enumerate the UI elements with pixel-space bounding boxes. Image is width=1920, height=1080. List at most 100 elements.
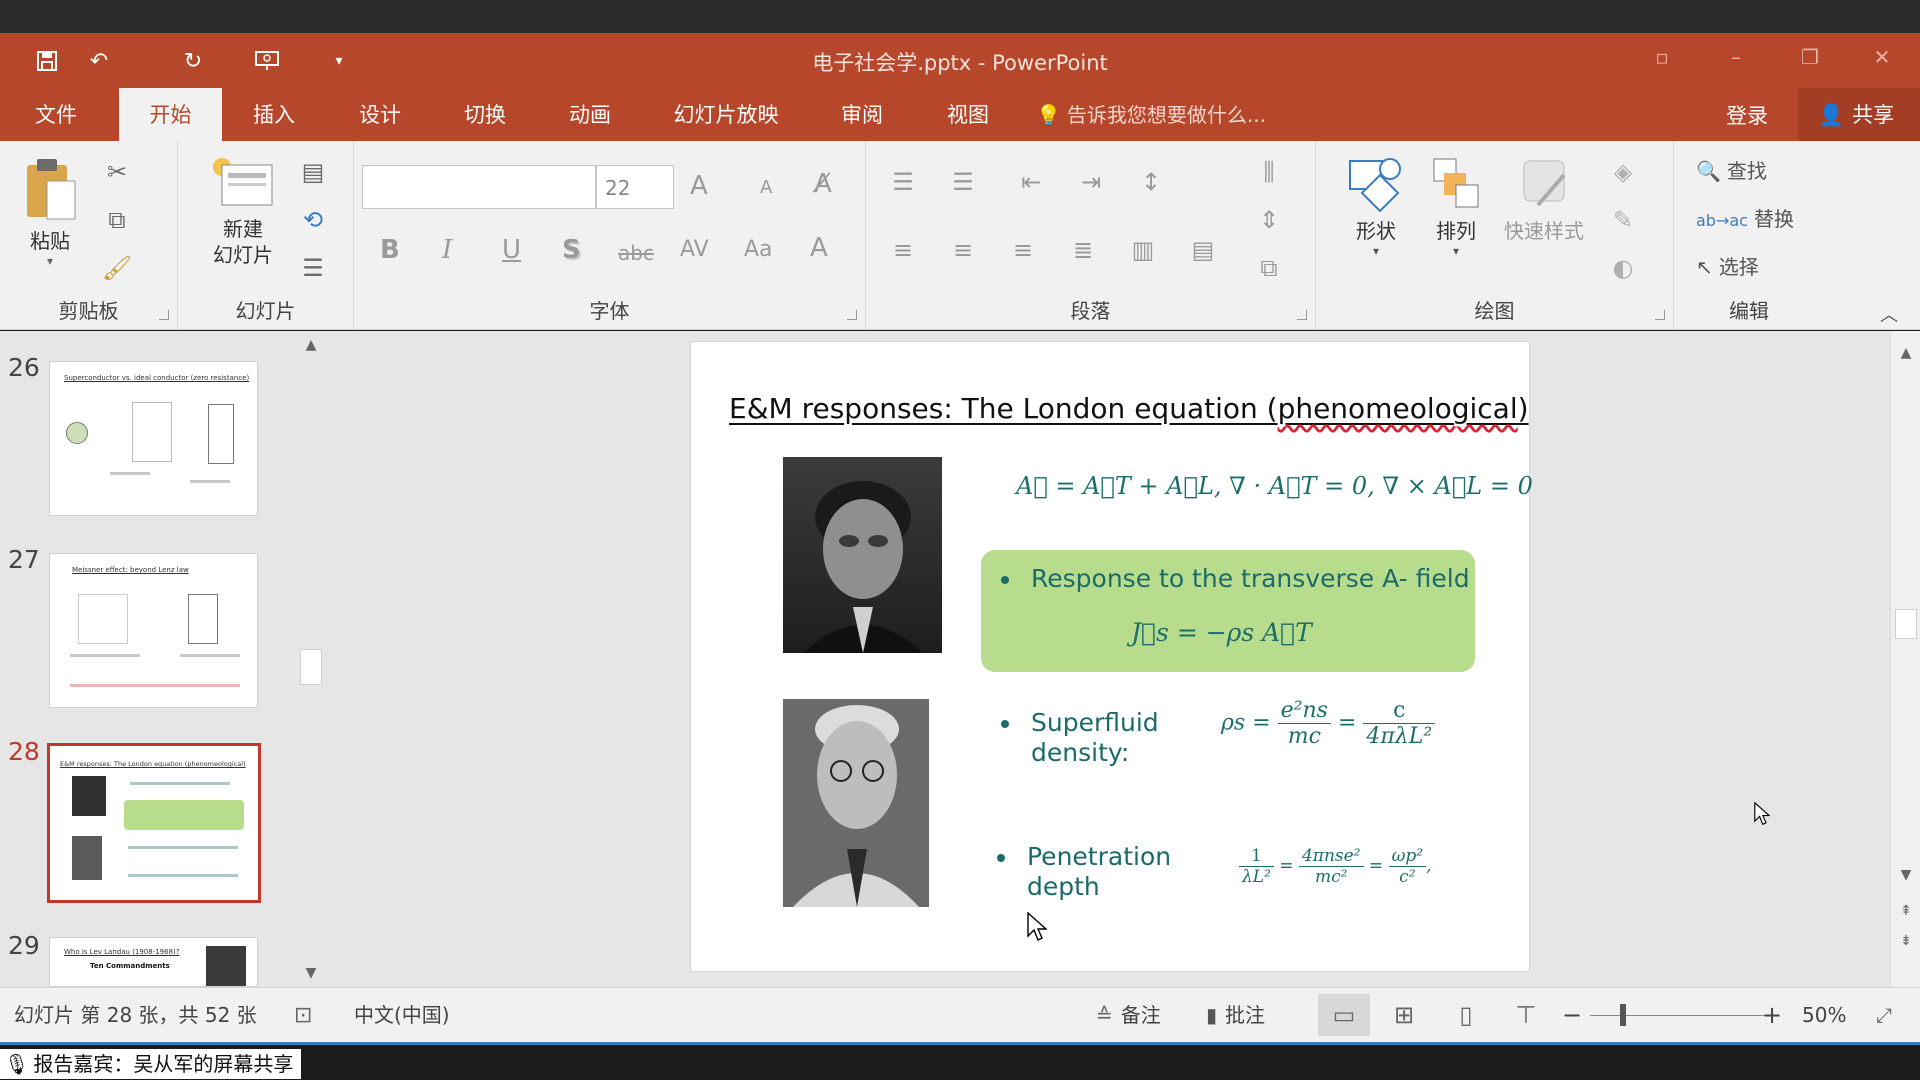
tab-slideshow[interactable]: 幻灯片放映 [660,88,792,141]
copy-icon[interactable]: ⧉ [100,203,134,237]
shape-outline-icon[interactable]: ✎ [1606,203,1640,237]
ribbon-display-icon[interactable]: ▫ [1642,45,1682,75]
slide-scrollbar[interactable]: ▲ ▼ ⇞ ⇟ [1890,331,1920,987]
tab-transitions[interactable]: 切换 [447,88,523,141]
share-button[interactable]: 👤 共享 [1798,88,1920,141]
scroll-down-icon[interactable]: ▼ [296,959,326,987]
align-text-icon[interactable]: ▤ [1186,233,1220,267]
text-direction-icon[interactable]: ⫼ [1252,155,1286,189]
numbering-icon[interactable]: ☰ [946,165,980,199]
vector-potential-decomposition[interactable]: A⃗ = A⃗T + A⃗L, ∇ · A⃗T = 0, ∇ × A⃗L = 0 [1016,472,1533,500]
language-status[interactable]: 中文(中国) [354,988,450,1043]
zoom-in-icon[interactable]: + [1762,988,1782,1043]
collapse-ribbon-icon[interactable]: ︿ [1880,301,1898,327]
shapes-button[interactable]: 形状 ▾ [1336,155,1416,258]
slide-thumbnail-29[interactable]: Who is Lev Landau (1908-1968)? Ten Comma… [49,937,258,987]
slide-sorter-icon[interactable]: ⊞ [1378,994,1430,1036]
next-slide-icon[interactable]: ⇟ [1891,927,1920,955]
notes-button[interactable]: ≙ 备注 [1096,988,1161,1043]
change-case-button[interactable]: Aa [744,237,773,262]
clear-format-icon[interactable]: A̸ [814,169,832,199]
zoom-level[interactable]: 50% [1802,988,1846,1043]
slide-canvas[interactable]: E&M responses: The London equation (phen… [690,341,1533,972]
dialog-launcher-icon[interactable] [1297,310,1307,320]
bullets-icon[interactable]: ☰ [886,165,920,199]
shadow-button[interactable]: S [562,235,581,265]
new-slide-button[interactable]: 新建 幻灯片 [198,153,288,293]
increase-indent-icon[interactable]: ⇥ [1074,165,1108,199]
reading-view-icon[interactable]: ▯ [1440,994,1492,1036]
line-spacing-icon[interactable]: ↕ [1134,165,1168,199]
align-text-vertical-icon[interactable]: ⇕ [1252,203,1286,237]
find-button[interactable]: 🔍 查找 [1696,155,1767,184]
login-link[interactable]: 登录 [1726,88,1768,141]
shrink-font-icon[interactable]: A [760,177,772,198]
comments-button[interactable]: ▮ 批注 [1206,988,1265,1043]
zoom-slider-track[interactable] [1590,1015,1770,1016]
format-painter-icon[interactable]: 🖌 [100,251,134,285]
transverse-response-box[interactable]: Response to the transverse A- field J⃗s … [981,550,1475,672]
scroll-up-icon[interactable]: ▲ [296,331,326,359]
scrollbar-thumb[interactable] [300,649,322,685]
dialog-launcher-icon[interactable] [1655,310,1665,320]
zoom-out-icon[interactable]: − [1562,988,1582,1043]
layout-icon[interactable]: ▤ [296,155,330,189]
slide-thumbnail-27[interactable]: Meissner effect: beyond Lenz law [49,553,258,708]
tab-review[interactable]: 审阅 [824,88,900,141]
dialog-launcher-icon[interactable] [159,310,169,320]
font-size-input[interactable]: 22 [596,165,674,209]
font-name-input[interactable] [362,165,596,209]
align-center-icon[interactable]: ≡ [946,233,980,267]
font-color-button[interactable]: A [810,233,828,263]
tell-me-box[interactable]: 💡 告诉我您想要做什么... [1036,88,1266,141]
replace-button[interactable]: ab→ac 替换 [1696,203,1794,232]
superfluid-density-equation[interactable]: ρs = e²ns mc = c 4πλL² [1221,698,1436,749]
accessibility-icon[interactable]: ⊡ [294,988,312,1043]
paste-button[interactable]: 粘贴 ▾ [18,157,82,287]
tab-home[interactable]: 开始 [119,88,222,141]
tab-file[interactable]: 文件 [18,88,94,141]
zoom-slider-thumb[interactable] [1620,1004,1626,1026]
reset-icon[interactable]: ⟲ [296,203,330,237]
scroll-down-icon[interactable]: ▼ [1891,861,1920,889]
italic-button[interactable]: I [442,235,452,265]
columns-icon[interactable]: ▥ [1126,233,1160,267]
shape-effects-icon[interactable]: ◐ [1606,251,1640,285]
shape-fill-icon[interactable]: ◈ [1606,155,1640,189]
align-right-icon[interactable]: ≡ [1006,233,1040,267]
minimize-icon[interactable]: – [1716,45,1756,75]
decrease-indent-icon[interactable]: ⇤ [1014,165,1048,199]
align-left-icon[interactable]: ≡ [886,233,920,267]
previous-slide-icon[interactable]: ⇞ [1891,897,1920,925]
select-button[interactable]: ↖ 选择 [1696,251,1759,280]
fit-to-window-icon[interactable]: ⤢ [1876,988,1892,1043]
slide-thumbnail-28[interactable]: E&M responses: The London equation (phen… [47,743,261,903]
dialog-launcher-icon[interactable] [847,310,857,320]
scrollbar-thumb[interactable] [1895,609,1917,639]
grow-font-icon[interactable]: A [690,171,708,201]
bold-button[interactable]: B [380,235,400,265]
arrange-button[interactable]: 排列 ▾ [1416,155,1496,258]
slide-title[interactable]: E&M responses: The London equation (phen… [729,392,1529,425]
tab-animations[interactable]: 动画 [552,88,628,141]
tab-design[interactable]: 设计 [342,88,418,141]
justify-icon[interactable]: ≣ [1066,233,1100,267]
penetration-depth-equation[interactable]: 1 λL² = 4πnse² mc² = ωp² c², [1239,846,1432,887]
slide-thumbnail-26[interactable]: Superconductor vs. ideal conductor (zero… [49,361,258,516]
close-icon[interactable]: ✕ [1862,45,1902,75]
scroll-up-icon[interactable]: ▲ [1891,339,1920,367]
underline-button[interactable]: U [502,235,521,265]
portrait-photo-1[interactable] [783,457,942,653]
smartart-icon[interactable]: ⧉ [1252,251,1286,285]
restore-icon[interactable]: ❐ [1790,45,1830,75]
bullet-penetration-depth[interactable]: Penetration depth [997,842,1171,902]
thumbnail-scrollbar[interactable]: ▲ ▼ [296,331,326,987]
cut-icon[interactable]: ✂ [100,155,134,189]
slideshow-view-icon[interactable]: ⊤ [1500,994,1552,1036]
tab-insert[interactable]: 插入 [236,88,312,141]
tab-view[interactable]: 视图 [930,88,1006,141]
section-icon[interactable]: ☰ [296,251,330,285]
quick-styles-button[interactable]: 快速样式 [1494,155,1594,244]
char-spacing-button[interactable]: AV [680,237,709,262]
portrait-photo-2[interactable] [783,699,929,907]
